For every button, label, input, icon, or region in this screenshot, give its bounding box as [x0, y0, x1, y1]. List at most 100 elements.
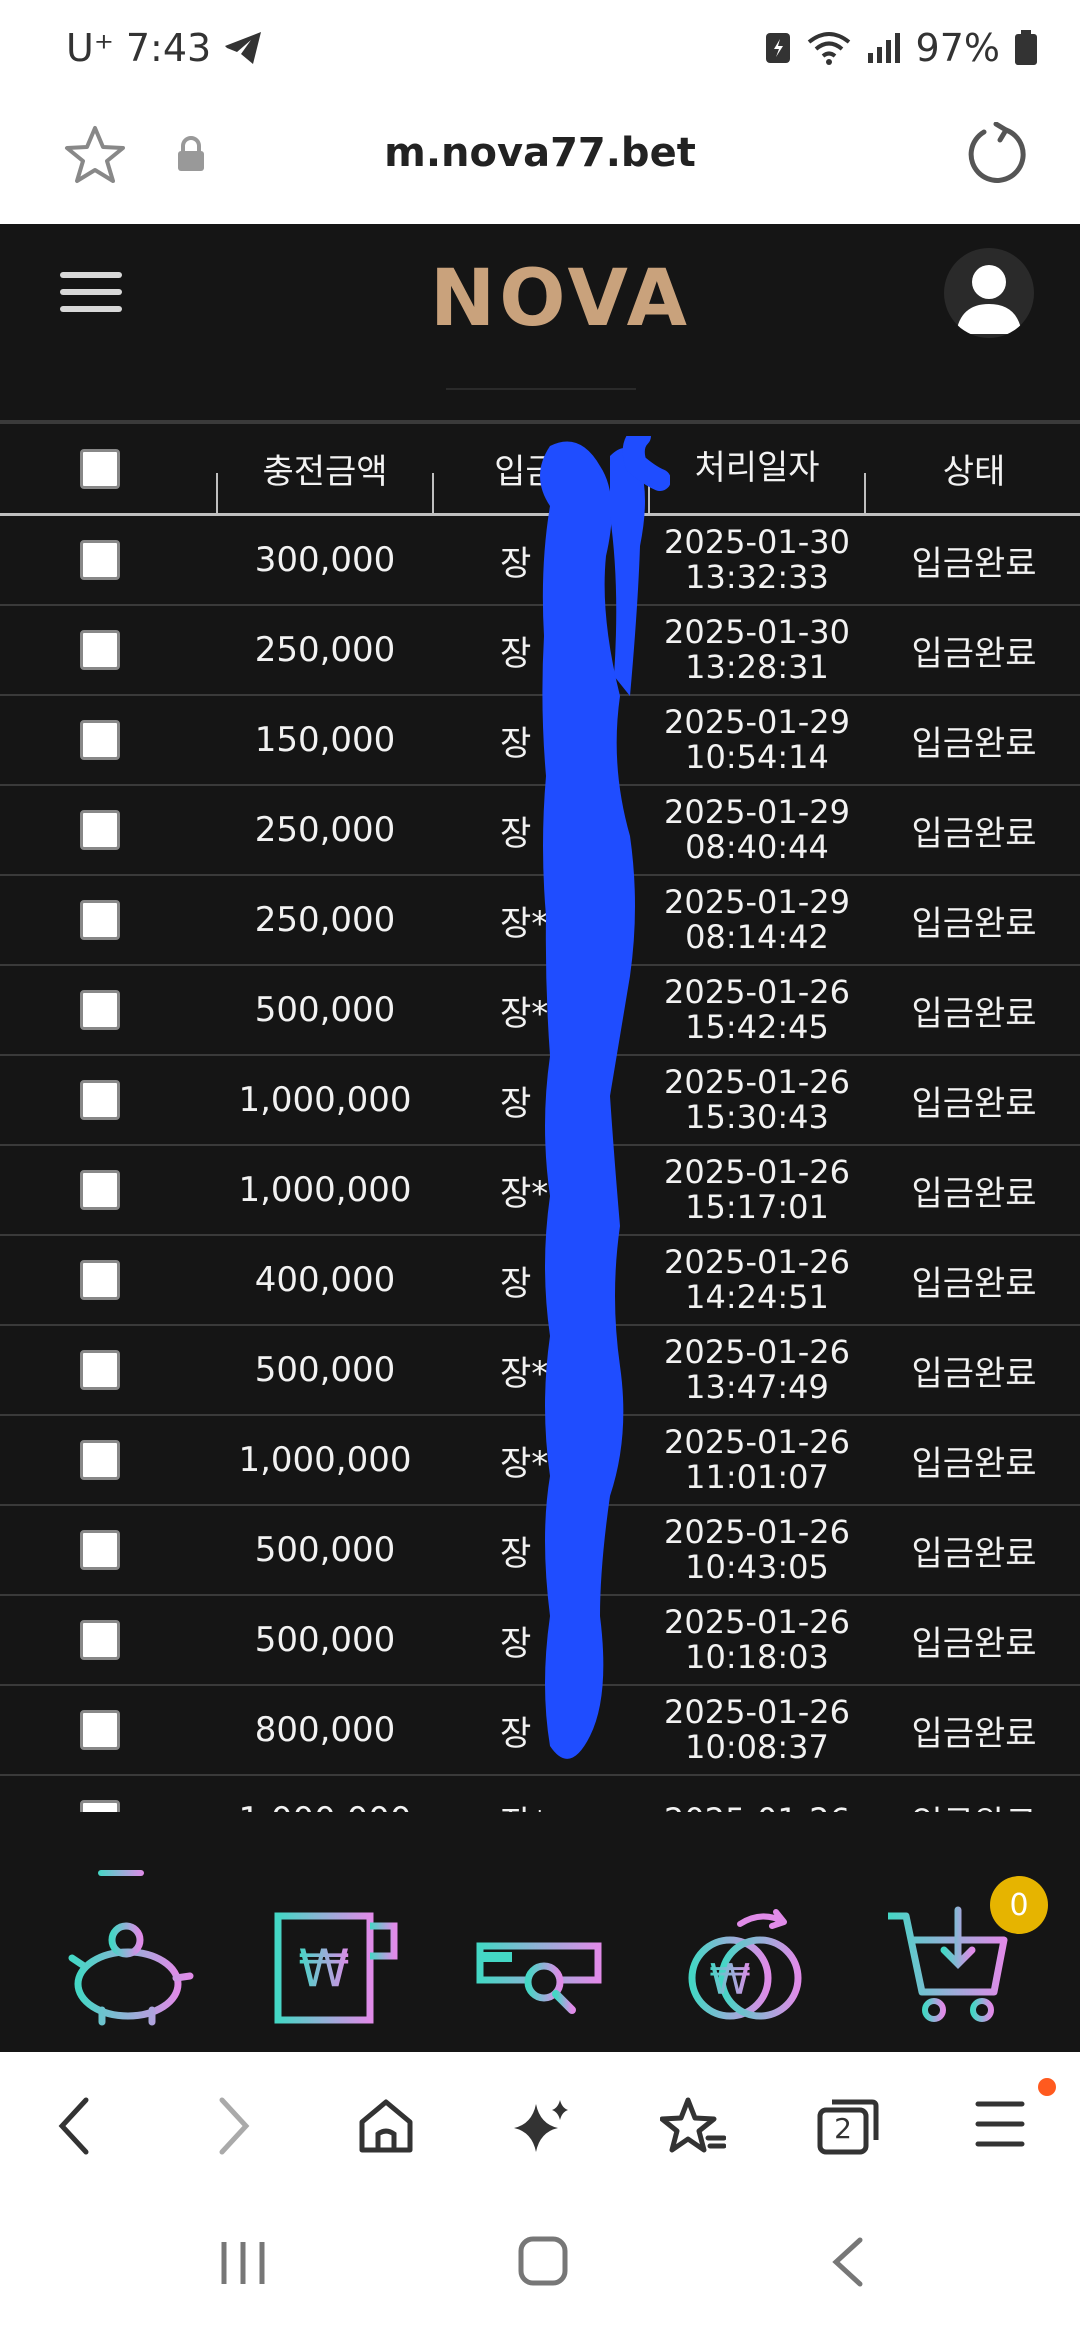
status-bar: U⁺ 7:43 97% — [0, 0, 1080, 100]
date-value: 2025-01-26 — [664, 1693, 850, 1731]
amount-cell: 300,000 — [254, 540, 396, 580]
amount-cell: 400,000 — [254, 1260, 396, 1300]
carrier-label: U⁺ — [66, 26, 114, 70]
home-button-icon[interactable] — [518, 2236, 568, 2286]
row-checkbox[interactable] — [80, 540, 120, 580]
sparkle-icon[interactable] — [512, 2096, 572, 2156]
date-value: 2025-01-30 — [664, 523, 850, 561]
amount-cell: 500,000 — [254, 1530, 396, 1570]
recent-apps-icon[interactable] — [218, 2238, 268, 2288]
date-value: 2025-01-26 — [664, 1063, 850, 1101]
row-checkbox[interactable] — [80, 900, 120, 940]
user-avatar-icon[interactable] — [944, 248, 1034, 338]
status-cell: 입금완료 — [911, 903, 1037, 944]
status-cell: 입금완료 — [868, 1776, 1080, 1813]
url-text[interactable]: m.nova77.bet — [0, 130, 1080, 176]
system-back-icon[interactable] — [828, 2236, 868, 2288]
date-cell: 2025-01-29 10:54:14 — [646, 696, 868, 784]
row-checkbox[interactable] — [80, 1440, 120, 1480]
time-value: 13:32:33 — [685, 558, 829, 596]
amount-cell: 500,000 — [254, 1620, 396, 1660]
status-cell: 입금완료 — [911, 1533, 1037, 1574]
row-checkbox[interactable] — [80, 720, 120, 760]
won-bill-icon[interactable]: ₩ — [272, 1906, 402, 2026]
svg-text:₩: ₩ — [298, 1939, 349, 1999]
amount-cell: 1,000,000 — [238, 1080, 412, 1120]
row-checkbox[interactable] — [80, 1800, 120, 1812]
date-value: 2025-01-29 — [664, 793, 850, 831]
date-value: 2025-01-26 — [664, 1423, 850, 1461]
menu-icon[interactable] — [60, 272, 122, 322]
time-value: 13:47:49 — [685, 1368, 829, 1406]
row-checkbox[interactable] — [80, 810, 120, 850]
status-cell: 입금완료 — [911, 993, 1037, 1034]
row-checkbox[interactable] — [80, 630, 120, 670]
forward-icon[interactable] — [214, 2096, 254, 2156]
date-cell: 2025-01-26 14:24:51 — [646, 1236, 868, 1324]
date-cell: 2025-01-26 15:30:43 — [646, 1056, 868, 1144]
row-checkbox[interactable] — [80, 1080, 120, 1120]
amount-cell: 1,000,000 — [220, 1776, 430, 1812]
status-cell: 입금완료 — [911, 633, 1037, 674]
row-checkbox[interactable] — [80, 1350, 120, 1390]
bookmarks-icon[interactable] — [660, 2096, 726, 2156]
row-checkbox[interactable] — [80, 1260, 120, 1300]
reload-icon[interactable] — [966, 122, 1028, 184]
tab-count: 2 — [834, 2112, 852, 2145]
time-value: 10:43:05 — [685, 1548, 829, 1586]
date-cell: 2025-01-29 08:14:42 — [646, 876, 868, 964]
row-checkbox[interactable] — [80, 1170, 120, 1210]
piggy-bank-icon[interactable] — [66, 1906, 196, 2026]
signal-icon — [867, 33, 900, 63]
amount-cell: 800,000 — [254, 1710, 396, 1750]
menu-lines-icon[interactable] — [974, 2096, 1026, 2152]
date-value: 2025-01-30 — [664, 613, 850, 651]
header-status: 상태 — [942, 452, 1006, 492]
amount-cell: 250,000 — [254, 900, 396, 940]
date-value: 2025-01-29 — [664, 703, 850, 741]
header-divider — [432, 473, 434, 513]
date-value: 2025-01-26 — [664, 1802, 850, 1812]
system-nav-bar — [0, 2200, 1080, 2340]
amount-cell: 500,000 — [254, 1350, 396, 1390]
battery-icon — [1015, 30, 1037, 65]
home-icon[interactable] — [356, 2096, 416, 2156]
date-cell: 2025-01-26 13:47:49 — [646, 1326, 868, 1414]
date-value: 2025-01-29 — [664, 883, 850, 921]
site-bottom-nav: ₩ ₩ 0 — [0, 1812, 1080, 2052]
back-icon[interactable] — [54, 2096, 94, 2156]
date-cell: 2025-01-30 13:28:31 — [646, 606, 868, 694]
time-value: 14:24:51 — [685, 1278, 829, 1316]
site-logo[interactable]: NOVA — [430, 254, 691, 344]
status-cell: 입금완료 — [911, 723, 1037, 764]
battery-percent: 97% — [915, 26, 1000, 70]
tabs-icon[interactable]: 2 — [816, 2096, 880, 2156]
row-checkbox[interactable] — [80, 1620, 120, 1660]
status-cell: 입금완료 — [911, 543, 1037, 584]
amount-cell: 150,000 — [254, 720, 396, 760]
time-value: 15:17:01 — [685, 1188, 829, 1226]
time-value: 08:14:42 — [685, 918, 829, 956]
time-value: 10:54:14 — [685, 738, 829, 776]
won-exchange-icon[interactable]: ₩ — [680, 1906, 810, 2026]
status-cell: 입금완료 — [911, 1083, 1037, 1124]
row-checkbox[interactable] — [80, 1710, 120, 1750]
amount-cell: 500,000 — [254, 990, 396, 1030]
telegram-icon — [225, 32, 262, 64]
select-all-checkbox[interactable] — [80, 448, 120, 489]
row-checkbox[interactable] — [80, 990, 120, 1030]
date-cell: 2025-01-26 15:42:45 — [646, 966, 868, 1054]
time-value: 10:08:37 — [685, 1728, 829, 1766]
amount-cell: 250,000 — [254, 810, 396, 850]
search-ticket-icon[interactable] — [476, 1906, 606, 2026]
url-bar[interactable]: m.nova77.bet — [0, 100, 1080, 224]
logo-underline — [446, 366, 636, 390]
status-cell: 입금완료 — [911, 1353, 1037, 1394]
date-value: 2025-01-26 — [664, 1603, 850, 1641]
cart-download-icon[interactable] — [884, 1906, 1014, 2026]
notification-dot — [1038, 2078, 1056, 2096]
row-checkbox[interactable] — [80, 1530, 120, 1570]
date-cell: 2025-01-26 11:01:07 — [646, 1416, 868, 1504]
date-cell: 2025-01-29 08:40:44 — [646, 786, 868, 874]
status-cell: 입금완료 — [911, 1173, 1037, 1214]
